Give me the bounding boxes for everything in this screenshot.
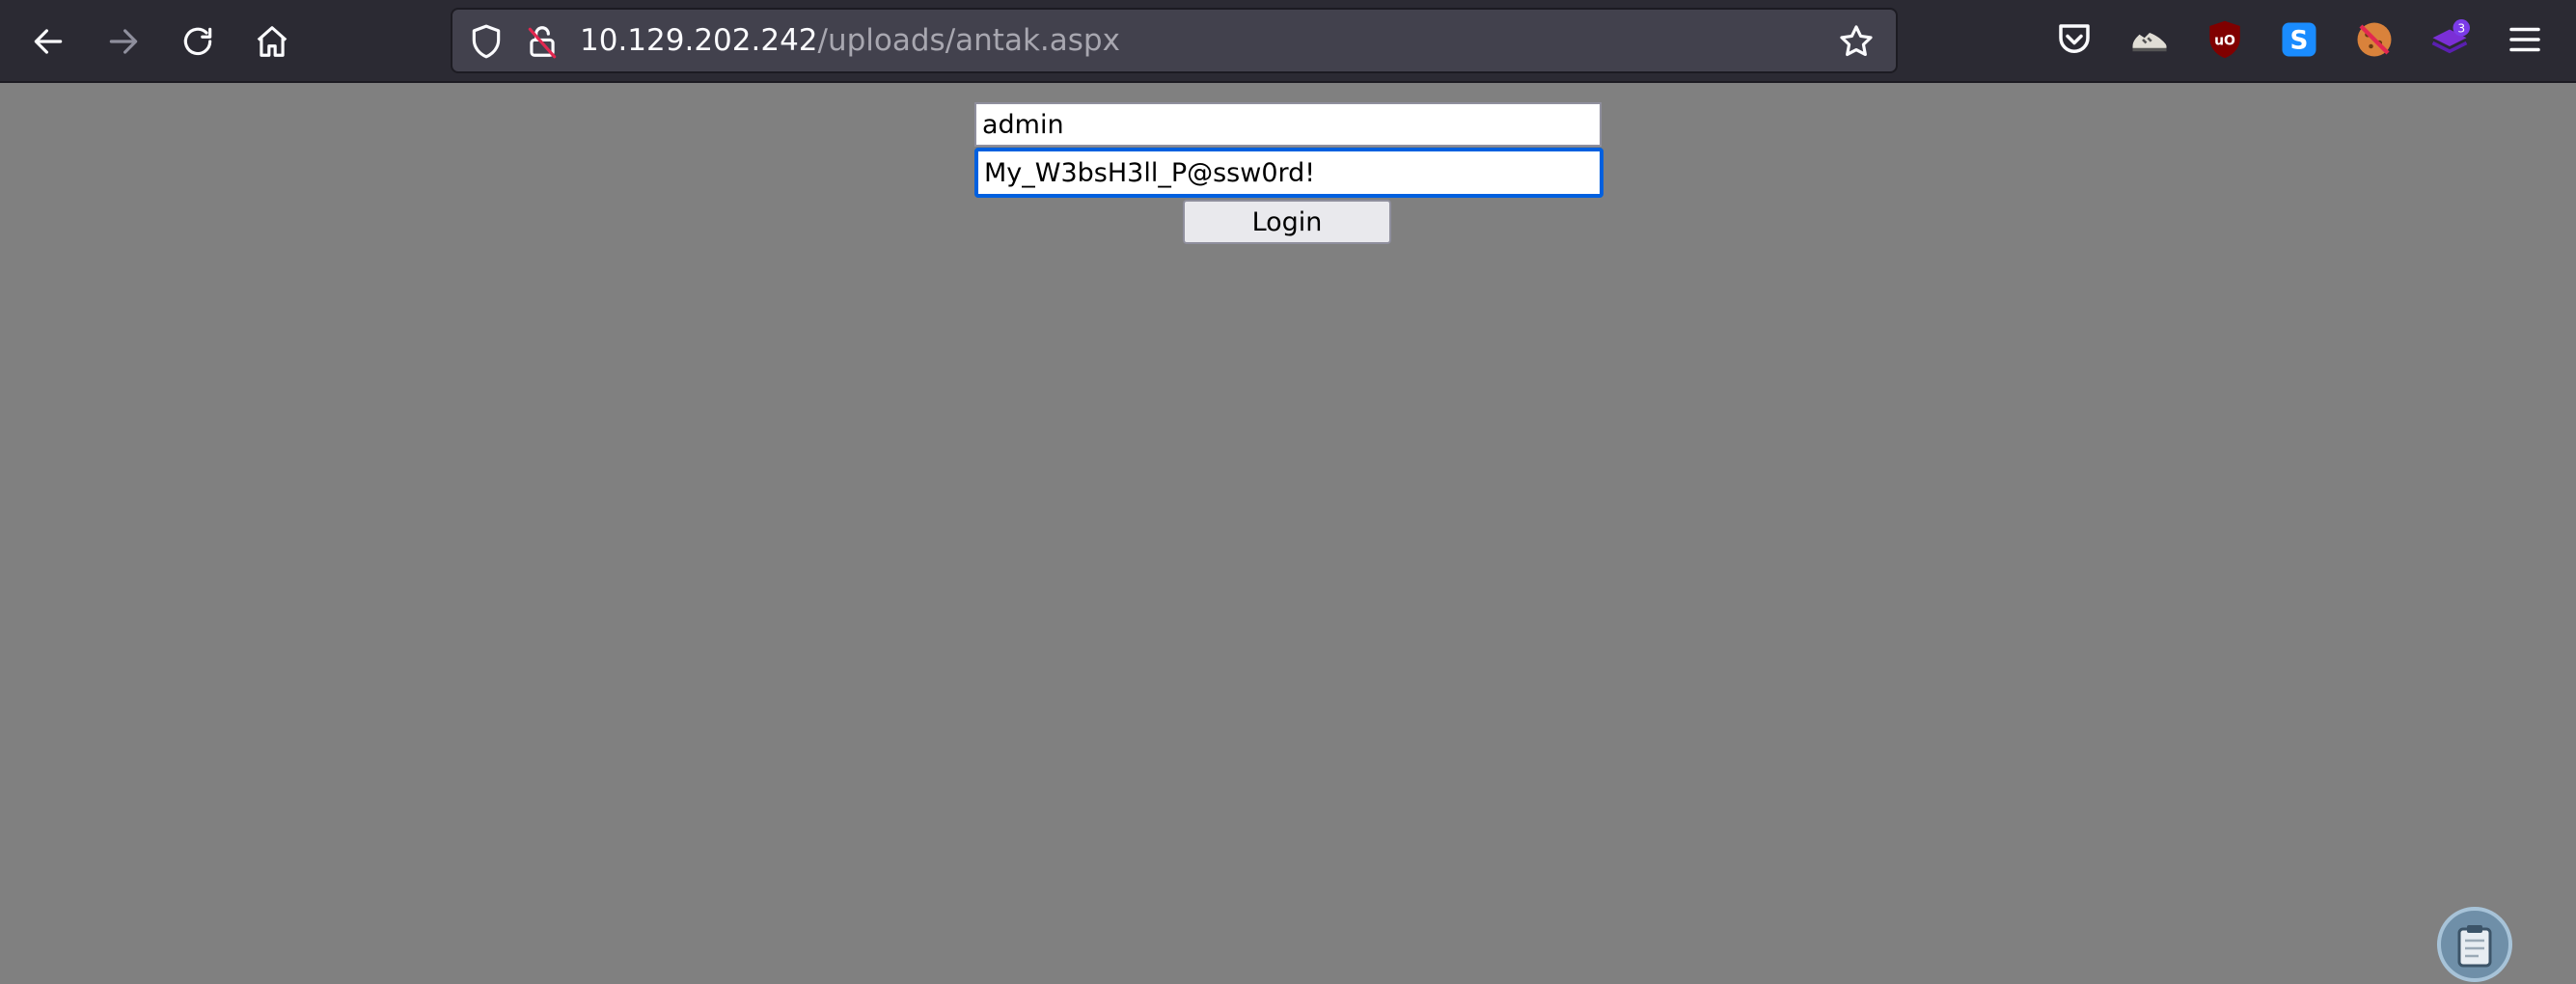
home-button[interactable] xyxy=(245,14,299,68)
sneaker-icon xyxy=(2132,33,2167,52)
extension-layers-button[interactable]: 3 xyxy=(2427,17,2472,62)
password-input[interactable] xyxy=(974,148,1603,198)
pocket-button[interactable] xyxy=(2052,17,2096,62)
pocket-icon xyxy=(2059,24,2090,53)
home-icon xyxy=(257,26,288,57)
browser-toolbar: 10.129.202.242/uploads/antak.aspx uO S 3 xyxy=(0,0,2576,83)
extension-cookie-button[interactable] xyxy=(2352,17,2397,62)
username-input[interactable] xyxy=(974,102,1602,147)
url-text[interactable]: 10.129.202.242/uploads/antak.aspx xyxy=(580,10,1120,71)
reload-button[interactable] xyxy=(171,14,225,68)
login-button[interactable]: Login xyxy=(1183,200,1391,244)
forward-button[interactable] xyxy=(96,14,151,68)
ublock-shield-icon: uO xyxy=(2209,20,2240,59)
reload-icon xyxy=(183,27,212,56)
url-host: 10.129.202.242 xyxy=(580,23,818,58)
shield-icon[interactable] xyxy=(468,23,505,60)
back-button[interactable] xyxy=(21,14,75,68)
svg-text:uO: uO xyxy=(2214,33,2235,48)
extension-shoe-button[interactable] xyxy=(2127,17,2172,62)
url-path: /uploads/antak.aspx xyxy=(817,23,1120,58)
app-menu-button[interactable] xyxy=(2503,17,2547,62)
address-bar[interactable]: 10.129.202.242/uploads/antak.aspx xyxy=(451,8,1898,73)
hamburger-menu-icon xyxy=(2509,27,2540,52)
arrow-left-icon xyxy=(34,29,63,54)
extension-badge: 3 xyxy=(2457,21,2465,35)
ublock-origin-button[interactable]: uO xyxy=(2203,17,2247,62)
insecure-lock-icon[interactable] xyxy=(524,23,561,60)
clipboard-button[interactable] xyxy=(2437,907,2512,982)
s-logo-icon: S xyxy=(2282,22,2316,57)
extension-s-button[interactable]: S xyxy=(2277,17,2321,62)
arrow-right-icon xyxy=(109,29,138,54)
bookmark-star-icon[interactable] xyxy=(1838,23,1875,60)
layers-icon: 3 xyxy=(2431,19,2470,54)
clipboard-icon xyxy=(2457,925,2492,968)
cookie-blocked-icon xyxy=(2357,22,2392,57)
svg-text:S: S xyxy=(2290,27,2309,56)
